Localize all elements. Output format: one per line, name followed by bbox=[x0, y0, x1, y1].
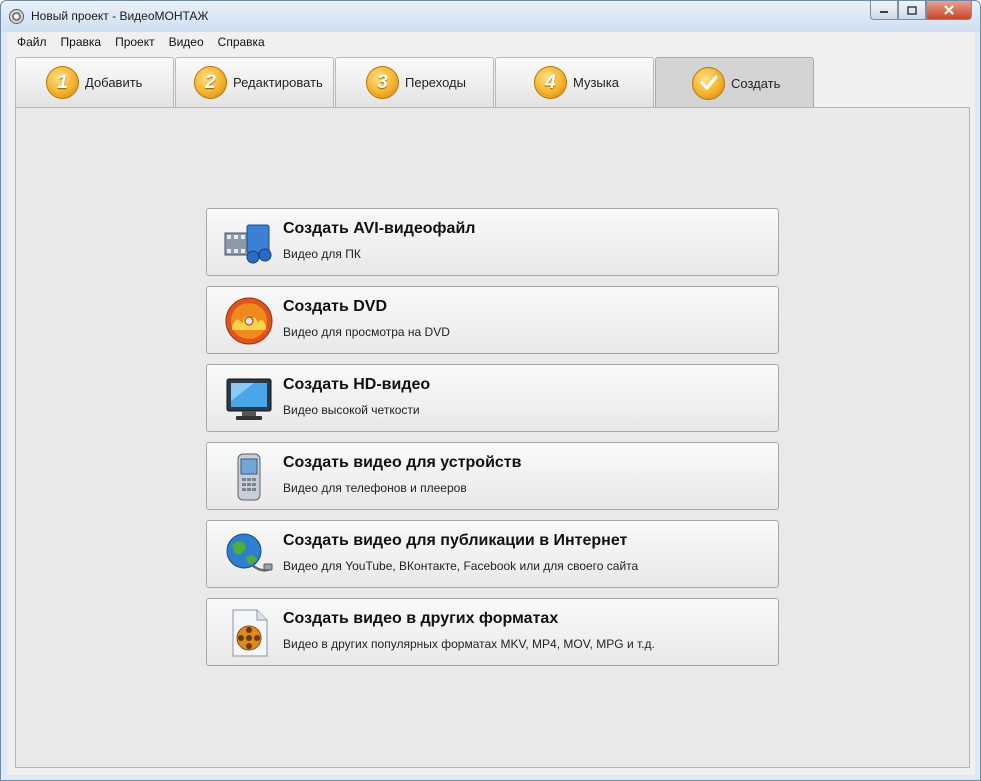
tab-label: Редактировать bbox=[233, 75, 323, 90]
close-icon bbox=[944, 5, 954, 15]
action-subtitle: Видео в других популярных форматах MKV, … bbox=[283, 637, 655, 651]
create-panel: Создать AVI-видеофайл Видео для ПК Созда… bbox=[15, 107, 970, 768]
tab-add[interactable]: 1 Добавить bbox=[15, 57, 174, 107]
action-title: Создать HD-видео bbox=[283, 376, 431, 393]
action-title: Создать DVD bbox=[283, 298, 388, 315]
tab-label: Создать bbox=[731, 75, 781, 91]
step-4-badge-icon: 4 bbox=[534, 66, 567, 99]
tab-edit[interactable]: 2 Редактировать bbox=[175, 57, 334, 107]
app-reel-icon bbox=[9, 9, 24, 24]
video-file-icon bbox=[223, 609, 275, 657]
action-subtitle: Видео для YouTube, ВКонтакте, Facebook и… bbox=[283, 559, 639, 573]
checkmark-badge-icon bbox=[692, 66, 725, 100]
minimize-button[interactable] bbox=[870, 1, 898, 20]
client-area: Файл Правка Проект Видео Справка 1 Добав… bbox=[7, 32, 975, 775]
step-1-badge-icon: 1 bbox=[46, 66, 79, 99]
dvd-disc-icon bbox=[223, 297, 275, 345]
action-title: Создать AVI-видеофайл bbox=[283, 220, 476, 237]
title-bar[interactable]: Новый проект - ВидеоМОНТАЖ bbox=[1, 1, 980, 32]
app-window: Новый проект - ВидеоМОНТАЖ Файл Правка П… bbox=[0, 0, 981, 781]
action-title: Создать видео для устройств bbox=[283, 454, 522, 471]
menu-video[interactable]: Видео bbox=[162, 35, 211, 49]
create-avi-button[interactable]: Создать AVI-видеофайл Видео для ПК bbox=[206, 208, 779, 276]
tab-label: Переходы bbox=[405, 75, 466, 90]
step-2-badge-icon: 2 bbox=[194, 66, 227, 99]
film-strip-icon bbox=[223, 219, 275, 267]
create-hd-button[interactable]: Создать HD-видео Видео высокой четкости bbox=[206, 364, 779, 432]
action-title: Создать видео в других форматах bbox=[283, 610, 559, 627]
menu-bar: Файл Правка Проект Видео Справка bbox=[7, 32, 975, 52]
window-title: Новый проект - ВидеоМОНТАЖ bbox=[31, 9, 209, 23]
menu-file[interactable]: Файл bbox=[10, 35, 54, 49]
tab-label: Музыка bbox=[573, 75, 619, 90]
action-subtitle: Видео высокой четкости bbox=[283, 403, 420, 417]
tab-label: Добавить bbox=[85, 75, 143, 90]
minimize-icon bbox=[880, 11, 888, 13]
step-3-badge-icon: 3 bbox=[366, 66, 399, 99]
action-title: Создать видео для публикации в Интернет bbox=[283, 532, 628, 549]
close-button[interactable] bbox=[926, 1, 972, 20]
menu-edit[interactable]: Правка bbox=[54, 35, 109, 49]
window-controls bbox=[870, 1, 972, 20]
monitor-icon bbox=[223, 375, 275, 423]
step-tabs: 1 Добавить 2 Редактировать 3 Переходы 4 … bbox=[15, 57, 970, 108]
phone-icon bbox=[223, 453, 275, 501]
tab-music[interactable]: 4 Музыка bbox=[495, 57, 654, 107]
tab-transitions[interactable]: 3 Переходы bbox=[335, 57, 494, 107]
create-device-button[interactable]: Создать видео для устройств Видео для те… bbox=[206, 442, 779, 510]
action-subtitle: Видео для просмотра на DVD bbox=[283, 325, 450, 339]
action-subtitle: Видео для телефонов и плееров bbox=[283, 481, 467, 495]
menu-project[interactable]: Проект bbox=[108, 35, 162, 49]
create-dvd-button[interactable]: Создать DVD Видео для просмотра на DVD bbox=[206, 286, 779, 354]
maximize-button[interactable] bbox=[898, 1, 926, 20]
menu-help[interactable]: Справка bbox=[211, 35, 272, 49]
maximize-icon bbox=[907, 5, 917, 15]
action-subtitle: Видео для ПК bbox=[283, 247, 361, 261]
tab-create[interactable]: Создать bbox=[655, 57, 814, 108]
create-other-formats-button[interactable]: Создать видео в других форматах Видео в … bbox=[206, 598, 779, 666]
globe-icon bbox=[223, 531, 275, 579]
create-internet-button[interactable]: Создать видео для публикации в Интернет … bbox=[206, 520, 779, 588]
